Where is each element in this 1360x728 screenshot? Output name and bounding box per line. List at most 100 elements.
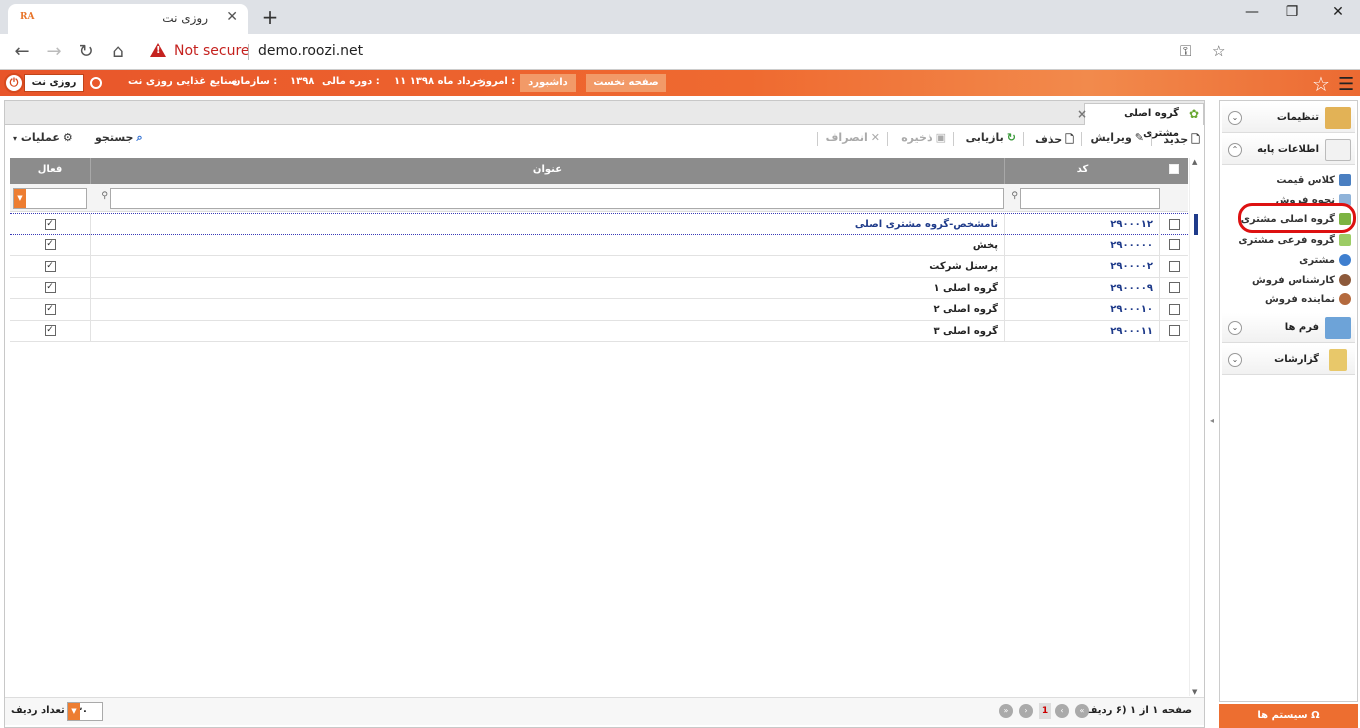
menu-hamburger-icon[interactable]: ☰ — [1338, 74, 1354, 95]
grid-scrollbar[interactable]: ▲ ▼ — [1189, 158, 1201, 696]
refresh-button[interactable]: بازیابی ↻ — [966, 131, 1016, 144]
cell-code: ۲۹۰۰۰۰۹ — [1004, 277, 1160, 299]
section-label: گزارشات — [1274, 354, 1319, 365]
operations-dropdown[interactable]: ▾ عملیات ⚙ — [13, 131, 73, 144]
sidebar-section-reports[interactable]: ⌄ گزارشات — [1222, 345, 1355, 375]
active-checkbox[interactable]: ✓ — [10, 235, 90, 256]
row-checkbox[interactable] — [1160, 299, 1188, 320]
filter-icon[interactable]: ⚲ — [1011, 191, 1018, 201]
current-page[interactable]: 1 — [1039, 703, 1051, 719]
scroll-up-icon[interactable]: ▲ — [1192, 158, 1197, 166]
row-checkbox[interactable] — [1160, 256, 1188, 277]
filter-icon[interactable]: ⚲ — [101, 191, 108, 201]
sidebar-section-settings[interactable]: ⌄ تنظیمات — [1222, 103, 1355, 133]
minimize-icon[interactable]: — — [1232, 4, 1272, 20]
active-checkbox[interactable]: ✓ — [10, 256, 90, 277]
sidebar-item-sales-agent[interactable]: نماینده فروش — [1265, 293, 1351, 305]
row-checkbox[interactable] — [1160, 321, 1188, 342]
active-checkbox[interactable]: ✓ — [10, 299, 90, 320]
table-row[interactable]: ۲۹۰۰۰۰۲ پرسنل شرکت ✓ — [10, 256, 1188, 278]
sidebar-item-customer[interactable]: مشتری — [1299, 254, 1351, 266]
site-favicon: RA — [20, 12, 35, 22]
item-label: کلاس قیمت — [1276, 175, 1335, 186]
table-row[interactable]: ۲۹۰۰۰۱۱ گروه اصلی ۳ ✓ — [10, 320, 1188, 342]
table-row[interactable]: ۲۹۰۰۰۱۲ نامشخص-گروه مشتری اصلی ✓ — [10, 213, 1198, 235]
sidebar-item-price-class[interactable]: کلاس قیمت — [1276, 174, 1351, 186]
sidebar-section-base-info[interactable]: ⌃ اطلاعات پایه — [1222, 135, 1355, 165]
refresh-icon: ↻ — [1006, 131, 1016, 144]
key-icon[interactable]: ⚿ — [1180, 42, 1191, 60]
cancel-button[interactable]: انصراف ✕ — [826, 131, 880, 144]
app-name: روزی نت — [24, 74, 84, 92]
close-icon[interactable]: × — [1077, 104, 1087, 124]
power-icon[interactable]: ⏻ — [4, 73, 24, 93]
reload-icon[interactable]: ↻ — [74, 40, 98, 64]
delete-doc-icon: 🗋 — [1065, 133, 1074, 146]
chevron-down-icon[interactable]: ⌄ — [1228, 321, 1242, 335]
row-checkbox[interactable] — [1160, 278, 1188, 299]
back-arrow-icon[interactable]: ← — [10, 40, 34, 64]
search-icon: ⌕ — [136, 131, 143, 144]
forward-arrow-icon[interactable]: → — [42, 40, 66, 64]
url-field[interactable]: demo.roozi.net — [258, 43, 363, 59]
new-button[interactable]: جدید 🗋 — [1163, 131, 1200, 150]
chevron-down-icon[interactable]: ⌄ — [1228, 353, 1242, 367]
active-checkbox[interactable]: ✓ — [10, 278, 90, 299]
row-count-select[interactable]: ▼ ۳۰ — [67, 702, 103, 721]
systems-button[interactable]: سیستم ها Ω — [1219, 704, 1358, 728]
table-row[interactable]: ۲۹۰۰۰۰۰ پخش ✓ — [10, 234, 1188, 256]
first-page-icon[interactable]: « — [1075, 704, 1089, 718]
cell-code: ۲۹۰۰۰۱۱ — [1004, 320, 1160, 342]
column-header-title[interactable]: عنوان — [90, 158, 1004, 184]
select-all-checkbox[interactable] — [1160, 158, 1188, 184]
title-filter-input[interactable] — [110, 188, 1004, 209]
close-tab-icon[interactable]: ✕ — [226, 9, 238, 25]
toolbar-separator — [887, 132, 888, 146]
browser-tab[interactable]: RA روزی نت ✕ — [8, 4, 248, 34]
section-label: تنظیمات — [1276, 112, 1319, 123]
prev-page-icon[interactable]: ‹ — [1055, 704, 1069, 718]
chevron-down-icon[interactable]: ⌄ — [1228, 111, 1242, 125]
bookmark-star-icon[interactable]: ☆ — [1212, 42, 1225, 60]
dropdown-arrow-icon[interactable]: ▼ — [68, 703, 80, 720]
warning-icon[interactable] — [150, 43, 166, 57]
column-header-active[interactable]: فعال — [10, 158, 90, 184]
last-page-icon[interactable]: » — [999, 704, 1013, 718]
search-button[interactable]: جستجو ⌕ — [95, 131, 143, 145]
row-checkbox[interactable] — [1160, 235, 1188, 256]
chevron-up-icon[interactable]: ⌃ — [1228, 143, 1242, 157]
dropdown-arrow-icon[interactable]: ▼ — [14, 189, 26, 208]
edit-button[interactable]: ویرایش ✎ — [1091, 131, 1144, 144]
active-checkbox[interactable]: ✓ — [10, 321, 90, 342]
row-count-label: تعداد ردیف — [11, 705, 65, 716]
new-tab-button[interactable]: + — [258, 6, 282, 30]
not-secure-label[interactable]: Not secure — [174, 43, 250, 59]
table-row[interactable]: ۲۹۰۰۰۱۰ گروه اصلی ۲ ✓ — [10, 299, 1188, 321]
home-icon[interactable]: ⌂ — [106, 40, 130, 64]
url-separator — [248, 44, 249, 60]
code-filter-input[interactable] — [1020, 188, 1160, 209]
next-page-icon[interactable]: › — [1019, 704, 1033, 718]
home-page-button[interactable]: صفحه نخست — [586, 74, 666, 92]
scroll-down-icon[interactable]: ▼ — [1192, 688, 1197, 696]
cell-title: پخش — [90, 234, 1004, 256]
panel-splitter[interactable]: ◂ — [1208, 100, 1216, 728]
table-row[interactable]: ۲۹۰۰۰۰۹ گروه اصلی ۱ ✓ — [10, 277, 1188, 299]
item-label: مشتری — [1299, 255, 1335, 266]
status-circle-icon[interactable] — [90, 77, 102, 89]
delete-button[interactable]: حذف 🗋 — [1035, 131, 1074, 150]
sidebar-item-sales-expert[interactable]: کارشناس فروش — [1252, 274, 1351, 286]
window-close-icon[interactable]: ✕ — [1318, 4, 1358, 20]
maximize-icon[interactable]: ❐ — [1272, 4, 1312, 20]
save-button[interactable]: ذخیره ▣ — [901, 131, 946, 144]
sidebar-section-forms[interactable]: ⌄ فرم ها — [1222, 313, 1355, 343]
active-checkbox[interactable]: ✓ — [10, 214, 90, 235]
row-checkbox[interactable] — [1160, 214, 1188, 235]
section-label: فرم ها — [1284, 322, 1319, 333]
column-header-code[interactable]: کد — [1004, 158, 1160, 184]
dashboard-button[interactable]: داشبورد — [520, 74, 576, 92]
tab-customer-main-group[interactable]: ✿ گروه اصلی مشتری × — [1077, 103, 1204, 139]
active-filter-select[interactable]: ▼ — [13, 188, 87, 209]
favorites-star-icon[interactable]: ☆ — [1312, 72, 1330, 96]
sidebar-item-customer-sub-group[interactable]: گروه فرعی مشتری — [1238, 234, 1351, 246]
